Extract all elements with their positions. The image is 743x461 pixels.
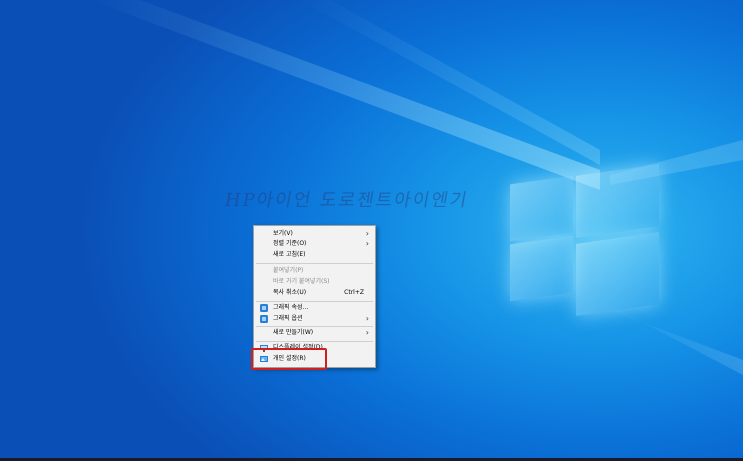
menu-separator (256, 263, 373, 264)
menu-item-graphics-properties[interactable]: 그래픽 속성... (254, 303, 375, 313)
chevron-right-icon: › (365, 239, 369, 248)
menu-item-label: 바로 가기 붙여넣기(S) (273, 278, 330, 285)
menu-item-label: 정렬 기준(O) (273, 240, 307, 247)
menu-item-paste[interactable]: 붙여넣기(P) (254, 266, 375, 276)
menu-item-undo-copy[interactable]: 복사 취소(U) Ctrl+Z (254, 288, 375, 298)
blog-watermark: HP아이언 도로젠트아이엔기 (222, 190, 471, 211)
menu-item-label: 붙여넣기(P) (273, 267, 304, 274)
intel-graphics-icon (260, 304, 268, 312)
desktop-background[interactable]: HP아이언 도로젠트아이엔기 보기(V) › 정렬 기준(O) › 새로 고침(… (0, 0, 743, 461)
menu-item-shortcut: Ctrl+Z (344, 289, 364, 296)
menu-item-label: 보기(V) (273, 230, 293, 237)
desktop-context-menu: 보기(V) › 정렬 기준(O) › 새로 고침(E) 붙여넣기(P) 바로 가… (253, 225, 376, 368)
chevron-right-icon: › (365, 314, 369, 323)
chevron-right-icon: › (365, 328, 369, 337)
menu-item-label: 새로 만들기(W) (273, 329, 314, 336)
menu-item-paste-shortcut[interactable]: 바로 가기 붙여넣기(S) (254, 277, 375, 287)
menu-separator (256, 341, 373, 342)
menu-item-graphics-options[interactable]: 그래픽 옵션 › (254, 314, 375, 324)
chevron-right-icon: › (365, 229, 369, 238)
menu-separator (256, 301, 373, 302)
menu-item-refresh[interactable]: 새로 고침(E) (254, 250, 375, 260)
menu-item-sort-by[interactable]: 정렬 기준(O) › (254, 239, 375, 249)
menu-item-label: 복사 취소(U) (273, 289, 307, 296)
menu-item-label: 그래픽 속성... (273, 304, 309, 311)
menu-item-view[interactable]: 보기(V) › (254, 229, 375, 239)
menu-separator (256, 326, 373, 327)
highlight-annotation-box (251, 348, 327, 370)
menu-item-label: 새로 고침(E) (273, 251, 306, 258)
menu-item-new[interactable]: 새로 만들기(W) › (254, 328, 375, 338)
windows-logo (505, 160, 665, 320)
menu-item-label: 그래픽 옵션 (273, 315, 303, 322)
intel-graphics-icon (260, 315, 268, 323)
